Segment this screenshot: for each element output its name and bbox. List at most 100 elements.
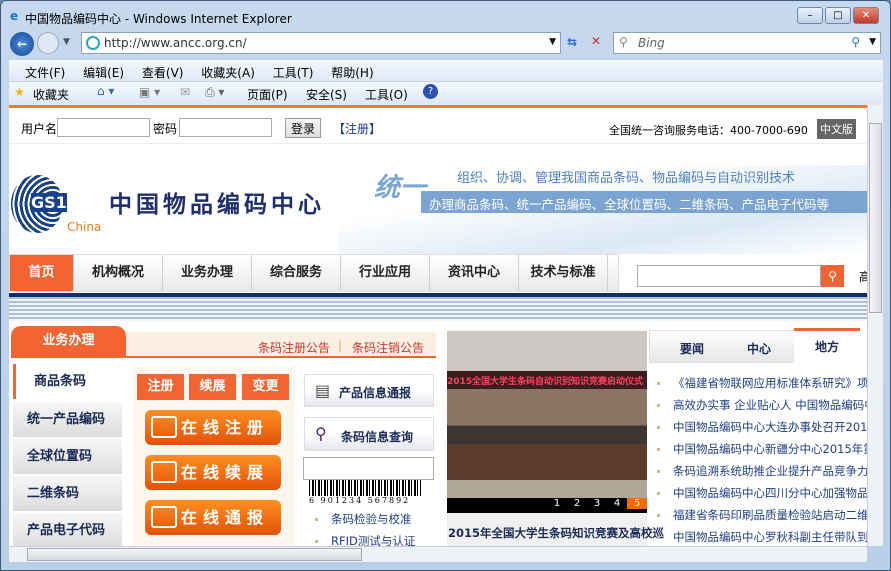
register-link[interactable]: 【注册】 — [333, 120, 381, 137]
barcode-icon — [151, 461, 177, 483]
stop-icon[interactable]: ✕ — [591, 34, 601, 48]
back-button[interactable]: ← — [10, 32, 34, 56]
search-placeholder: Bing — [638, 36, 665, 50]
search-go-icon[interactable]: ⚲ — [851, 35, 860, 49]
main-nav: 首页 机构概况 业务办理 综合服务 行业应用 资讯中心 技术与标准 — [9, 254, 619, 292]
help-icon[interactable]: ? — [423, 84, 438, 99]
menu-favorites[interactable]: 收藏夹(A) — [201, 66, 255, 80]
mail-icon[interactable]: ✉ — [180, 85, 190, 99]
page-icon — [86, 36, 100, 50]
favorites-button[interactable]: 收藏夹 — [33, 86, 69, 103]
nav-extra[interactable]: 高 — [859, 268, 867, 285]
barcode-query-input[interactable] — [303, 457, 434, 480]
barcode-cancel-notice[interactable]: 条码注销公告 — [352, 339, 424, 356]
page-menu[interactable]: 页面(P) — [247, 86, 288, 103]
browser-window: e 中国物品编码中心 - Windows Internet Explorer –… — [0, 0, 891, 571]
address-bar[interactable]: http://www.ancc.org.cn/ ▼ — [81, 32, 561, 54]
news-item[interactable]: 中国物品编码中心新疆分中心2015年第一 — [649, 438, 867, 460]
menu-help[interactable]: 帮助(H) — [331, 66, 373, 80]
nav-business[interactable]: 业务办理 — [163, 255, 252, 291]
news-item[interactable]: 福建省条码印刷品质量检验站启动二维码 — [649, 504, 867, 526]
url-text: http://www.ancc.org.cn/ — [104, 36, 247, 50]
nav-services[interactable]: 综合服务 — [252, 255, 341, 291]
online-register-button[interactable]: 在线注册 — [145, 410, 281, 445]
news-item[interactable]: 中国物品编码中心四川分中心加强物品编 — [649, 482, 867, 504]
slide-dot-1[interactable]: 1 — [547, 498, 567, 509]
login-button[interactable]: 登录 — [285, 118, 321, 138]
side-item-epc[interactable]: 产品电子代码 — [13, 513, 122, 546]
hotline-text: 全国统一咨询服务电话：400-7000-690 — [609, 124, 808, 137]
online-renew-button[interactable]: 在线续展 — [145, 455, 281, 490]
nav-industry[interactable]: 行业应用 — [341, 255, 430, 291]
documents-icon: ▤ — [315, 381, 331, 400]
nav-about[interactable]: 机构概况 — [74, 255, 163, 291]
slogan-big: 统一 — [374, 173, 427, 203]
side-item-2d-barcode[interactable]: 二维条码 — [13, 476, 122, 511]
maximize-button[interactable]: □ — [825, 7, 851, 24]
slide-dot-2[interactable]: 2 — [567, 498, 587, 509]
feeds-icon[interactable]: ▣ ▾ — [139, 85, 160, 99]
search-box[interactable]: ⚲ Bing ⚲ ▼ — [613, 32, 881, 54]
nav-home[interactable]: 首页 — [10, 255, 74, 291]
news-tab-local[interactable]: 地方 — [794, 328, 860, 364]
menu-file[interactable]: 文件(F) — [25, 66, 65, 80]
slogan-line2: 办理商品条码、统一产品编码、全球位置码、二维条码、产品电子代码等 — [429, 197, 830, 212]
side-item-global-location-number[interactable]: 全球位置码 — [13, 439, 122, 474]
search-magnifier-icon: ⚲ — [619, 35, 628, 49]
vertical-scroll-thumb[interactable] — [869, 123, 882, 313]
online-report-button[interactable]: 在线通报 — [145, 500, 281, 535]
news-item[interactable]: 条码追溯系统助推企业提升产品竞争力 — [649, 460, 867, 482]
horizontal-scroll-thumb[interactable] — [27, 548, 362, 561]
menu-edit[interactable]: 编辑(E) — [83, 66, 124, 80]
site-search-button[interactable]: ⚲ — [821, 265, 844, 287]
username-input[interactable] — [57, 118, 150, 137]
online-report-label: 在线通报 — [181, 508, 270, 527]
horizontal-scrollbar[interactable] — [9, 546, 867, 562]
home-icon[interactable]: ⌂ ▾ — [97, 84, 114, 98]
close-button[interactable]: ✕ — [853, 7, 879, 24]
slide-dot-4[interactable]: 4 — [607, 498, 627, 509]
news-tab-headlines[interactable]: 要闻 — [680, 340, 704, 357]
register-button[interactable]: 注册 — [137, 374, 184, 400]
product-info-report-label: 产品信息通报 — [339, 386, 412, 400]
side-item-unified-product-code[interactable]: 统一产品编码 — [13, 402, 122, 437]
history-dropdown-icon[interactable]: ▼ — [63, 37, 70, 47]
slide-dot-3[interactable]: 3 — [587, 498, 607, 509]
nav-news[interactable]: 资讯中心 — [430, 255, 519, 291]
online-renew-label: 在线续展 — [181, 463, 270, 482]
side-item-commodity-barcode[interactable]: 商品条码 — [13, 364, 122, 399]
news-item[interactable]: 高效办实事 企业贴心人 中国物品编码中心 — [649, 394, 867, 416]
barcode-register-notice[interactable]: 条码注册公告 — [258, 339, 330, 356]
news-item[interactable]: 《福建省物联网应用标准体系研究》项目 — [649, 372, 867, 394]
language-chinese[interactable]: 中文版 — [817, 119, 856, 139]
service-link-barcode-verification[interactable]: 条码检验与校准 — [307, 508, 415, 530]
password-input[interactable] — [179, 118, 272, 137]
tools-menu[interactable]: 工具(O) — [365, 86, 408, 103]
news-item[interactable]: 中国物品编码中心大连办事处召开2015年 — [649, 416, 867, 438]
renew-button[interactable]: 续展 — [189, 374, 236, 400]
print-icon[interactable]: ⎙ ▾ — [205, 85, 224, 100]
product-info-report[interactable]: ▤ 产品信息通报 — [304, 374, 434, 407]
service-link-rfid-testing[interactable]: RFID测试与认证 — [307, 530, 415, 546]
news-tab-center[interactable]: 中心 — [747, 340, 771, 357]
slide-dot-5[interactable]: 5 — [627, 498, 647, 509]
site-search-input[interactable] — [637, 265, 821, 287]
minimize-button[interactable]: – — [797, 7, 823, 24]
news-item[interactable]: 中国物品编码中心罗秋科副主任带队到深 — [649, 526, 867, 546]
menu-view[interactable]: 查看(V) — [142, 66, 184, 80]
address-dropdown-icon[interactable]: ▼ — [549, 37, 556, 47]
password-label: 密码 — [153, 122, 178, 136]
vertical-scrollbar[interactable] — [867, 105, 883, 546]
refresh-icon[interactable]: ⇆ — [567, 35, 577, 49]
nav-standards[interactable]: 技术与标准 — [519, 255, 608, 291]
barcode-info-query[interactable]: ⚲ 条码信息查询 — [304, 417, 434, 451]
search-dropdown-icon[interactable]: ▼ — [869, 37, 876, 47]
business-tab[interactable]: 业务办理 — [11, 326, 126, 358]
slideshow-caption[interactable]: 2015年全国大学生条码知识竞赛及高校巡 — [448, 525, 664, 541]
change-button[interactable]: 变更 — [242, 374, 289, 400]
menu-tools[interactable]: 工具(T) — [273, 66, 314, 80]
ie-logo-icon: e — [10, 9, 19, 23]
forward-button[interactable] — [37, 32, 59, 54]
slideshow-photo[interactable]: 2015全国大学生条码自动识别知识竞赛启动仪式 12345 — [447, 331, 647, 513]
safety-menu[interactable]: 安全(S) — [306, 86, 347, 103]
